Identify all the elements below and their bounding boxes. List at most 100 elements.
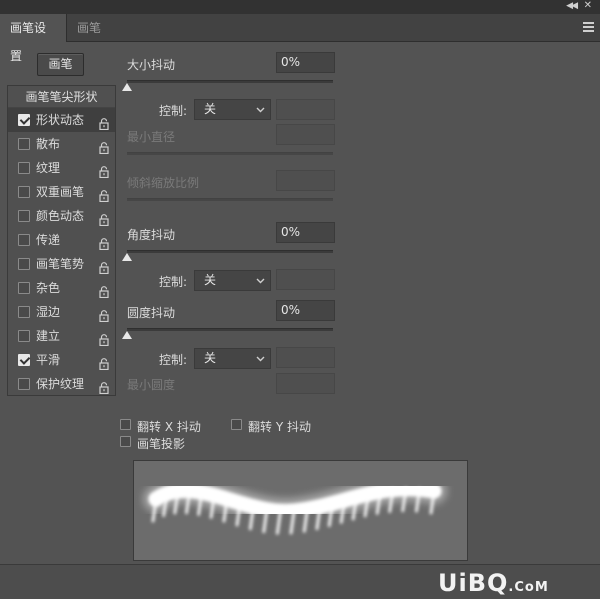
control-label-2: 控制:: [159, 275, 188, 289]
option-checkbox[interactable]: [18, 138, 30, 150]
brush-stroke-image: [143, 475, 447, 535]
lock-icon[interactable]: [99, 330, 109, 347]
lock-icon[interactable]: [99, 162, 109, 179]
list-item[interactable]: 平滑: [8, 348, 115, 372]
tilt-scale-field: [276, 170, 335, 191]
angle-jitter-slider-thumb[interactable]: [122, 253, 132, 261]
flip-y-label: 翻转 Y 抖动: [248, 420, 311, 434]
list-item-label: 平滑: [36, 353, 61, 367]
control-3-field: [276, 347, 335, 368]
brush-projection-checkbox[interactable]: [120, 436, 131, 447]
min-roundness-field: [276, 373, 335, 394]
list-item-label: 形状动态: [36, 113, 85, 127]
roundness-jitter-label: 圆度抖动: [127, 306, 176, 320]
size-jitter-slider-track[interactable]: [127, 80, 333, 83]
watermark-suffix: .CoM: [508, 580, 549, 595]
chevron-down-icon: [256, 356, 265, 362]
option-checkbox[interactable]: [18, 186, 30, 198]
brush-projection-label: 画笔投影: [137, 437, 186, 451]
list-item[interactable]: 保护纹理: [8, 372, 115, 396]
option-checkbox[interactable]: [18, 306, 30, 318]
watermark-logo: UiBQ.CoM: [438, 569, 549, 597]
angle-jitter-field[interactable]: 0%: [276, 222, 335, 243]
lock-icon[interactable]: [99, 258, 109, 275]
option-checkbox[interactable]: [18, 354, 30, 366]
panel-menu-icon[interactable]: [583, 22, 594, 32]
panel-top-strip: ◀◀ ✕: [0, 0, 600, 14]
option-checkbox[interactable]: [18, 378, 30, 390]
flip-y-checkbox[interactable]: [231, 419, 242, 430]
list-item[interactable]: 画笔笔势: [8, 252, 115, 276]
control-select-1[interactable]: 关: [194, 99, 271, 120]
lock-icon[interactable]: [99, 114, 109, 131]
control-select-3[interactable]: 关: [194, 348, 271, 369]
list-item-label: 湿边: [36, 305, 61, 319]
option-checkbox[interactable]: [18, 234, 30, 246]
size-jitter-label: 大小抖动: [127, 58, 176, 72]
watermark-text: UiBQ: [438, 569, 509, 597]
brushes-button[interactable]: 画笔: [37, 53, 84, 76]
list-item-label: 双重画笔: [36, 185, 85, 199]
list-item-label: 保护纹理: [36, 377, 85, 391]
tilt-scale-slider-track: [127, 198, 333, 201]
lock-icon[interactable]: [99, 210, 109, 227]
list-item[interactable]: 湿边: [8, 300, 115, 324]
size-jitter-slider-thumb[interactable]: [122, 83, 132, 91]
option-checkbox[interactable]: [18, 258, 30, 270]
brush-stroke-preview: [133, 460, 468, 561]
lock-icon[interactable]: [99, 378, 109, 395]
chevron-down-icon: [256, 278, 265, 284]
lock-icon[interactable]: [99, 234, 109, 251]
close-panel-icon[interactable]: ✕: [584, 0, 592, 11]
list-item[interactable]: 杂色: [8, 276, 115, 300]
flip-x-checkbox[interactable]: [120, 419, 131, 430]
option-checkbox[interactable]: [18, 330, 30, 342]
list-item-label: 建立: [36, 329, 61, 343]
min-roundness-label: 最小圆度: [127, 378, 176, 392]
list-item[interactable]: 纹理: [8, 156, 115, 180]
list-item-label: 传递: [36, 233, 61, 247]
control-select-2[interactable]: 关: [194, 270, 271, 291]
option-checkbox[interactable]: [18, 114, 30, 126]
chevron-down-icon: [256, 107, 265, 113]
min-diameter-field: [276, 124, 335, 145]
tab-brushes[interactable]: 画笔: [67, 14, 111, 42]
control-select-2-value: 关: [204, 273, 217, 287]
roundness-jitter-slider-track[interactable]: [127, 328, 333, 331]
list-item-label: 颜色动态: [36, 209, 85, 223]
angle-jitter-slider-track[interactable]: [127, 250, 333, 253]
control-label-1: 控制:: [159, 104, 188, 118]
roundness-jitter-slider-thumb[interactable]: [122, 331, 132, 339]
min-diameter-slider-track: [127, 152, 333, 155]
control-1-field: [276, 99, 335, 120]
tab-brush-settings[interactable]: 画笔设置: [0, 14, 67, 63]
control-select-1-value: 关: [204, 102, 217, 116]
list-item-label: 杂色: [36, 281, 61, 295]
list-item-label: 画笔笔势: [36, 257, 85, 271]
min-diameter-label: 最小直径: [127, 130, 176, 144]
roundness-jitter-field[interactable]: 0%: [276, 300, 335, 321]
list-item[interactable]: 颜色动态: [8, 204, 115, 228]
list-item[interactable]: 建立: [8, 324, 115, 348]
angle-jitter-label: 角度抖动: [127, 228, 176, 242]
lock-icon[interactable]: [99, 138, 109, 155]
list-item[interactable]: 散布: [8, 132, 115, 156]
list-item[interactable]: 传递: [8, 228, 115, 252]
control-label-3: 控制:: [159, 353, 188, 367]
flip-x-label: 翻转 X 抖动: [137, 420, 201, 434]
list-item[interactable]: 双重画笔: [8, 180, 115, 204]
option-checkbox[interactable]: [18, 282, 30, 294]
list-item[interactable]: 形状动态: [8, 108, 115, 132]
collapse-panel-icon[interactable]: ◀◀: [566, 1, 578, 11]
size-jitter-field[interactable]: 0%: [276, 52, 335, 73]
lock-icon[interactable]: [99, 354, 109, 371]
lock-icon[interactable]: [99, 186, 109, 203]
control-2-field: [276, 269, 335, 290]
list-item-brush-tip-shape[interactable]: 画笔笔尖形状: [8, 86, 115, 108]
lock-icon[interactable]: [99, 306, 109, 323]
option-checkbox[interactable]: [18, 162, 30, 174]
brush-options-list: 画笔笔尖形状 形状动态散布纹理双重画笔颜色动态传递画笔笔势杂色湿边建立平滑保护纹…: [7, 85, 116, 396]
lock-icon[interactable]: [99, 282, 109, 299]
list-item-label: 纹理: [36, 161, 61, 175]
option-checkbox[interactable]: [18, 210, 30, 222]
